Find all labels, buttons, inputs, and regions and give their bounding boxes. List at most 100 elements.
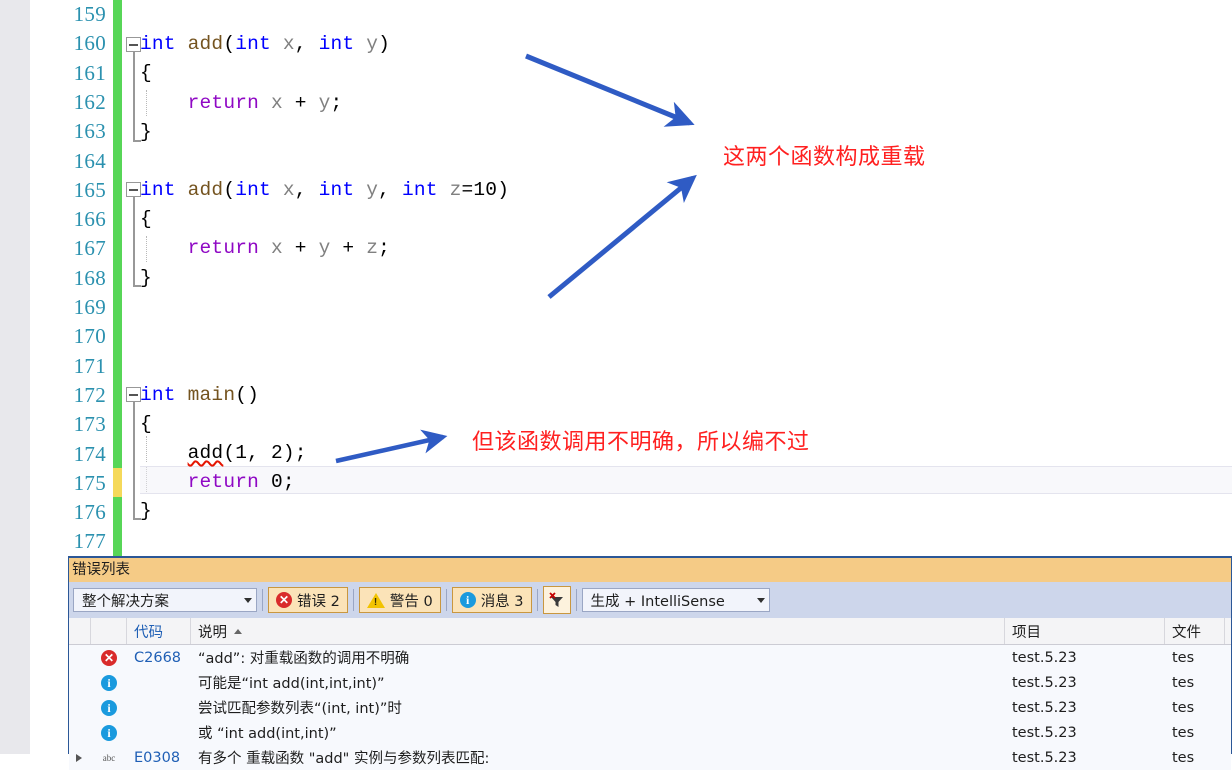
error-list-rows[interactable]: ✕ C2668 “add”: 对重载函数的调用不明确 test.5.23 tes i 可能是… <box>69 645 1231 770</box>
line-number: 169 <box>73 295 106 319</box>
code-line-176[interactable]: } <box>140 497 152 526</box>
info-icon: i <box>459 592 476 608</box>
row-expander-icon[interactable] <box>69 753 91 762</box>
row-code-cell: C2668 <box>134 649 182 666</box>
error-list-row[interactable]: abc E0308 有多个 重载函数 "add" 实例与参数列表匹配: test.5.… <box>69 745 1231 770</box>
code-line-175[interactable]: return 0; <box>140 468 295 497</box>
row-project-cell: test.5.23 <box>1012 649 1077 666</box>
clear-filter-icon <box>548 592 563 607</box>
warnings-count-label: 警告 0 <box>389 593 433 610</box>
line-number: 160 <box>73 31 106 56</box>
code-line-163[interactable]: } <box>140 118 152 147</box>
error-list-toolbar[interactable]: 整个解决方案 ✕ 错误 2 警告 0 i 消息 3 生成 + Intelli <box>69 582 1231 618</box>
row-project-cell: test.5.23 <box>1012 699 1077 716</box>
column-header-file[interactable]: 文件 <box>1165 618 1225 644</box>
line-number: 176 <box>73 500 106 525</box>
build-filter-value: 生成 + IntelliSense <box>590 593 725 610</box>
line-number: 166 <box>73 207 106 232</box>
outline-guide-172 <box>133 402 135 519</box>
error-icon: ✕ <box>91 649 127 666</box>
line-number: 170 <box>73 324 106 349</box>
info-icon: i <box>91 724 127 741</box>
line-number: 167 <box>73 236 106 261</box>
row-description-cell: 尝试匹配参数列表“(int, int)”时 <box>198 701 402 717</box>
column-header-expand[interactable] <box>69 618 91 644</box>
scope-filter-dropdown[interactable]: 整个解决方案 <box>73 588 257 612</box>
toolbar-separator <box>352 589 354 611</box>
row-project-cell: test.5.23 <box>1012 674 1077 691</box>
errors-toggle-button[interactable]: ✕ 错误 2 <box>268 587 348 613</box>
code-line-166[interactable]: { <box>140 205 152 234</box>
code-line-167[interactable]: return x + y + z; <box>140 234 390 263</box>
line-number: 165 <box>73 177 106 202</box>
chevron-down-icon <box>756 597 765 603</box>
row-project-cell: test.5.23 <box>1012 724 1077 741</box>
outline-collapse-165-icon[interactable] <box>126 182 141 197</box>
outline-collapse-160-icon[interactable] <box>126 37 141 52</box>
row-description-cell: 或 “int add(int,int)” <box>198 726 337 742</box>
outline-collapse-172-icon[interactable] <box>126 387 141 402</box>
column-header-description[interactable]: 说明 <box>191 618 1005 644</box>
code-line-165[interactable]: int add(int x, int y, int z=10) <box>140 176 509 205</box>
code-line-174[interactable]: add(1, 2); <box>140 439 307 468</box>
messages-count-label: 消息 3 <box>480 593 524 610</box>
toolbar-separator <box>262 589 263 611</box>
clear-filter-button[interactable] <box>542 586 571 614</box>
line-number: 168 <box>73 265 106 290</box>
error-list-row[interactable]: i 或 “int add(int,int)” test.5.23 tes <box>69 720 1231 745</box>
errors-count-label: 错误 2 <box>297 593 340 610</box>
annotation-note-overload: 这两个函数构成重载 <box>723 145 926 170</box>
info-icon: i <box>91 674 127 691</box>
row-file-cell: tes <box>1172 649 1195 666</box>
row-file-cell: tes <box>1172 674 1195 691</box>
row-file-cell: tes <box>1172 749 1195 766</box>
line-number: 164 <box>73 148 106 173</box>
line-number: 175 <box>73 470 106 495</box>
line-number: 172 <box>73 382 106 407</box>
line-number: 173 <box>73 412 106 437</box>
code-line-161[interactable]: { <box>140 59 152 88</box>
code-line-173[interactable]: { <box>140 410 152 439</box>
toolbar-separator <box>536 589 538 611</box>
line-number: 171 <box>73 353 106 378</box>
row-code-cell: E0308 <box>134 749 181 766</box>
messages-toggle-button[interactable]: i 消息 3 <box>451 587 532 613</box>
build-filter-dropdown[interactable]: 生成 + IntelliSense <box>581 588 770 612</box>
code-line-160[interactable]: int add(int x, int y) <box>140 30 390 59</box>
editor-left-margin <box>0 0 30 754</box>
annotation-note-ambiguous: 但该函数调用不明确，所以编不过 <box>472 430 810 455</box>
chevron-down-icon <box>244 597 252 603</box>
current-line-highlight <box>140 466 1232 494</box>
row-project-cell: test.5.23 <box>1012 749 1077 766</box>
row-file-cell: tes <box>1172 724 1195 741</box>
code-line-172[interactable]: int main() <box>140 381 259 410</box>
warning-icon <box>366 592 385 608</box>
row-description-cell: 可能是“int add(int,int,int)” <box>198 676 385 692</box>
line-number: 159 <box>73 2 106 26</box>
chevron-right-icon <box>76 753 82 762</box>
line-number: 163 <box>73 119 106 144</box>
change-bar-unsaved <box>113 468 122 497</box>
column-header-project[interactable]: 项目 <box>1005 618 1165 644</box>
error-list-row[interactable]: i 尝试匹配参数列表“(int, int)”时 test.5.23 tes <box>69 695 1231 720</box>
scope-filter-value: 整个解决方案 <box>82 593 169 610</box>
code-line-162[interactable]: return x + y; <box>140 89 343 118</box>
change-bar-saved <box>113 0 122 468</box>
column-header-icon[interactable] <box>91 618 127 644</box>
row-description-cell: “add”: 对重载函数的调用不明确 <box>198 651 410 667</box>
info-icon: i <box>91 699 127 716</box>
error-list-row[interactable]: ✕ C2668 “add”: 对重载函数的调用不明确 test.5.23 tes <box>69 645 1231 670</box>
outline-guide-165 <box>133 197 135 286</box>
row-description-cell: 有多个 重载函数 "add" 实例与参数列表匹配: <box>198 751 490 767</box>
line-number: 174 <box>73 441 106 466</box>
line-number: 162 <box>73 89 106 114</box>
warnings-toggle-button[interactable]: 警告 0 <box>358 587 441 613</box>
error-list-row[interactable]: i 可能是“int add(int,int,int)” test.5.23 tes <box>69 670 1231 695</box>
error-list-header-row: 代码 说明 项目 文件 <box>69 618 1231 645</box>
error-list-panel[interactable]: 错误列表 整个解决方案 ✕ 错误 2 警告 0 i 消息 3 <box>68 556 1232 770</box>
outline-guide-160 <box>133 52 135 141</box>
column-header-code[interactable]: 代码 <box>127 618 191 644</box>
line-number: 177 <box>73 529 106 554</box>
code-line-168[interactable]: } <box>140 264 152 293</box>
error-list-title: 错误列表 <box>69 558 1231 582</box>
